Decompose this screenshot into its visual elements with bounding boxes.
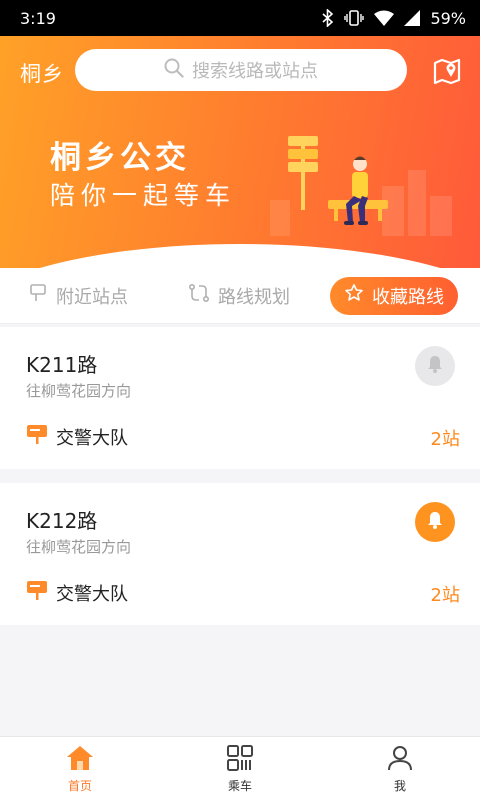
clock: 3:19 [20,8,56,28]
signpost-icon [28,283,48,308]
bus-stop-sign-icon [26,579,48,606]
hero-banner: 桐乡 搜索线路或站点 桐乡公交 陪你一起等车 [0,36,480,268]
bus-stop-sign-icon [26,423,48,450]
person-icon [386,744,414,775]
search-icon [164,58,184,83]
nav-me[interactable]: 我 [320,737,480,800]
search-input[interactable]: 搜索线路或站点 [75,49,407,91]
tab-favorite-routes[interactable]: 收藏路线 [330,276,458,315]
qr-code-icon [226,744,254,775]
route-name: K211路 [26,353,98,377]
vibrate-icon [344,9,365,27]
hero-subtitle: 陪你一起等车 [50,181,237,210]
tab-nearby-stops[interactable]: 附近站点 [28,283,128,309]
stop-name: 交警大队 [56,583,128,605]
reminder-toggle-button[interactable] [415,346,455,386]
battery-level: 59% [430,8,466,28]
bell-icon [424,353,446,379]
route-icon [188,283,210,308]
tab-nearby-stops-label: 附近站点 [56,286,128,308]
reminder-toggle-button[interactable] [415,502,455,542]
stops-away: 2站 [430,585,460,606]
home-icon [65,744,95,775]
stops-away: 2站 [430,429,460,450]
bottom-nav: 首页 乘车 我 [0,736,480,800]
city-selector[interactable]: 桐乡 [20,58,64,88]
tab-route-planning[interactable]: 路线规划 [188,283,290,309]
status-bar: 3:19 59% [0,0,480,36]
stop-row: 交警大队 [26,579,128,606]
hero-title: 桐乡公交 [50,140,190,176]
tab-route-planning-label: 路线规划 [218,286,290,308]
route-direction: 往柳莺花园方向 [26,382,132,400]
wifi-icon [374,10,395,26]
route-card[interactable]: K212路 往柳莺花园方向 交警大队 2站 [0,483,480,625]
route-card[interactable]: K211路 往柳莺花园方向 交警大队 2站 [0,327,480,469]
bell-icon [424,509,446,535]
nav-home-label: 首页 [67,778,92,793]
hero-curve [0,244,480,268]
nav-ride[interactable]: 乘车 [160,737,320,800]
tab-bar: 附近站点 路线规划 收藏路线 [0,268,480,324]
route-name: K212路 [26,509,98,533]
tab-favorite-routes-label: 收藏路线 [372,286,444,308]
nav-home[interactable]: 首页 [0,737,160,800]
signal-icon [404,10,421,26]
search-placeholder: 搜索线路或站点 [192,61,318,82]
stop-row: 交警大队 [26,423,128,450]
map-icon[interactable] [432,56,462,86]
waiting-passenger-illustration [270,136,452,236]
nav-me-label: 我 [393,778,406,793]
nav-ride-label: 乘车 [227,778,252,793]
route-direction: 往柳莺花园方向 [26,538,132,556]
stop-name: 交警大队 [56,427,128,449]
bluetooth-icon [322,9,334,27]
star-icon [344,283,364,308]
